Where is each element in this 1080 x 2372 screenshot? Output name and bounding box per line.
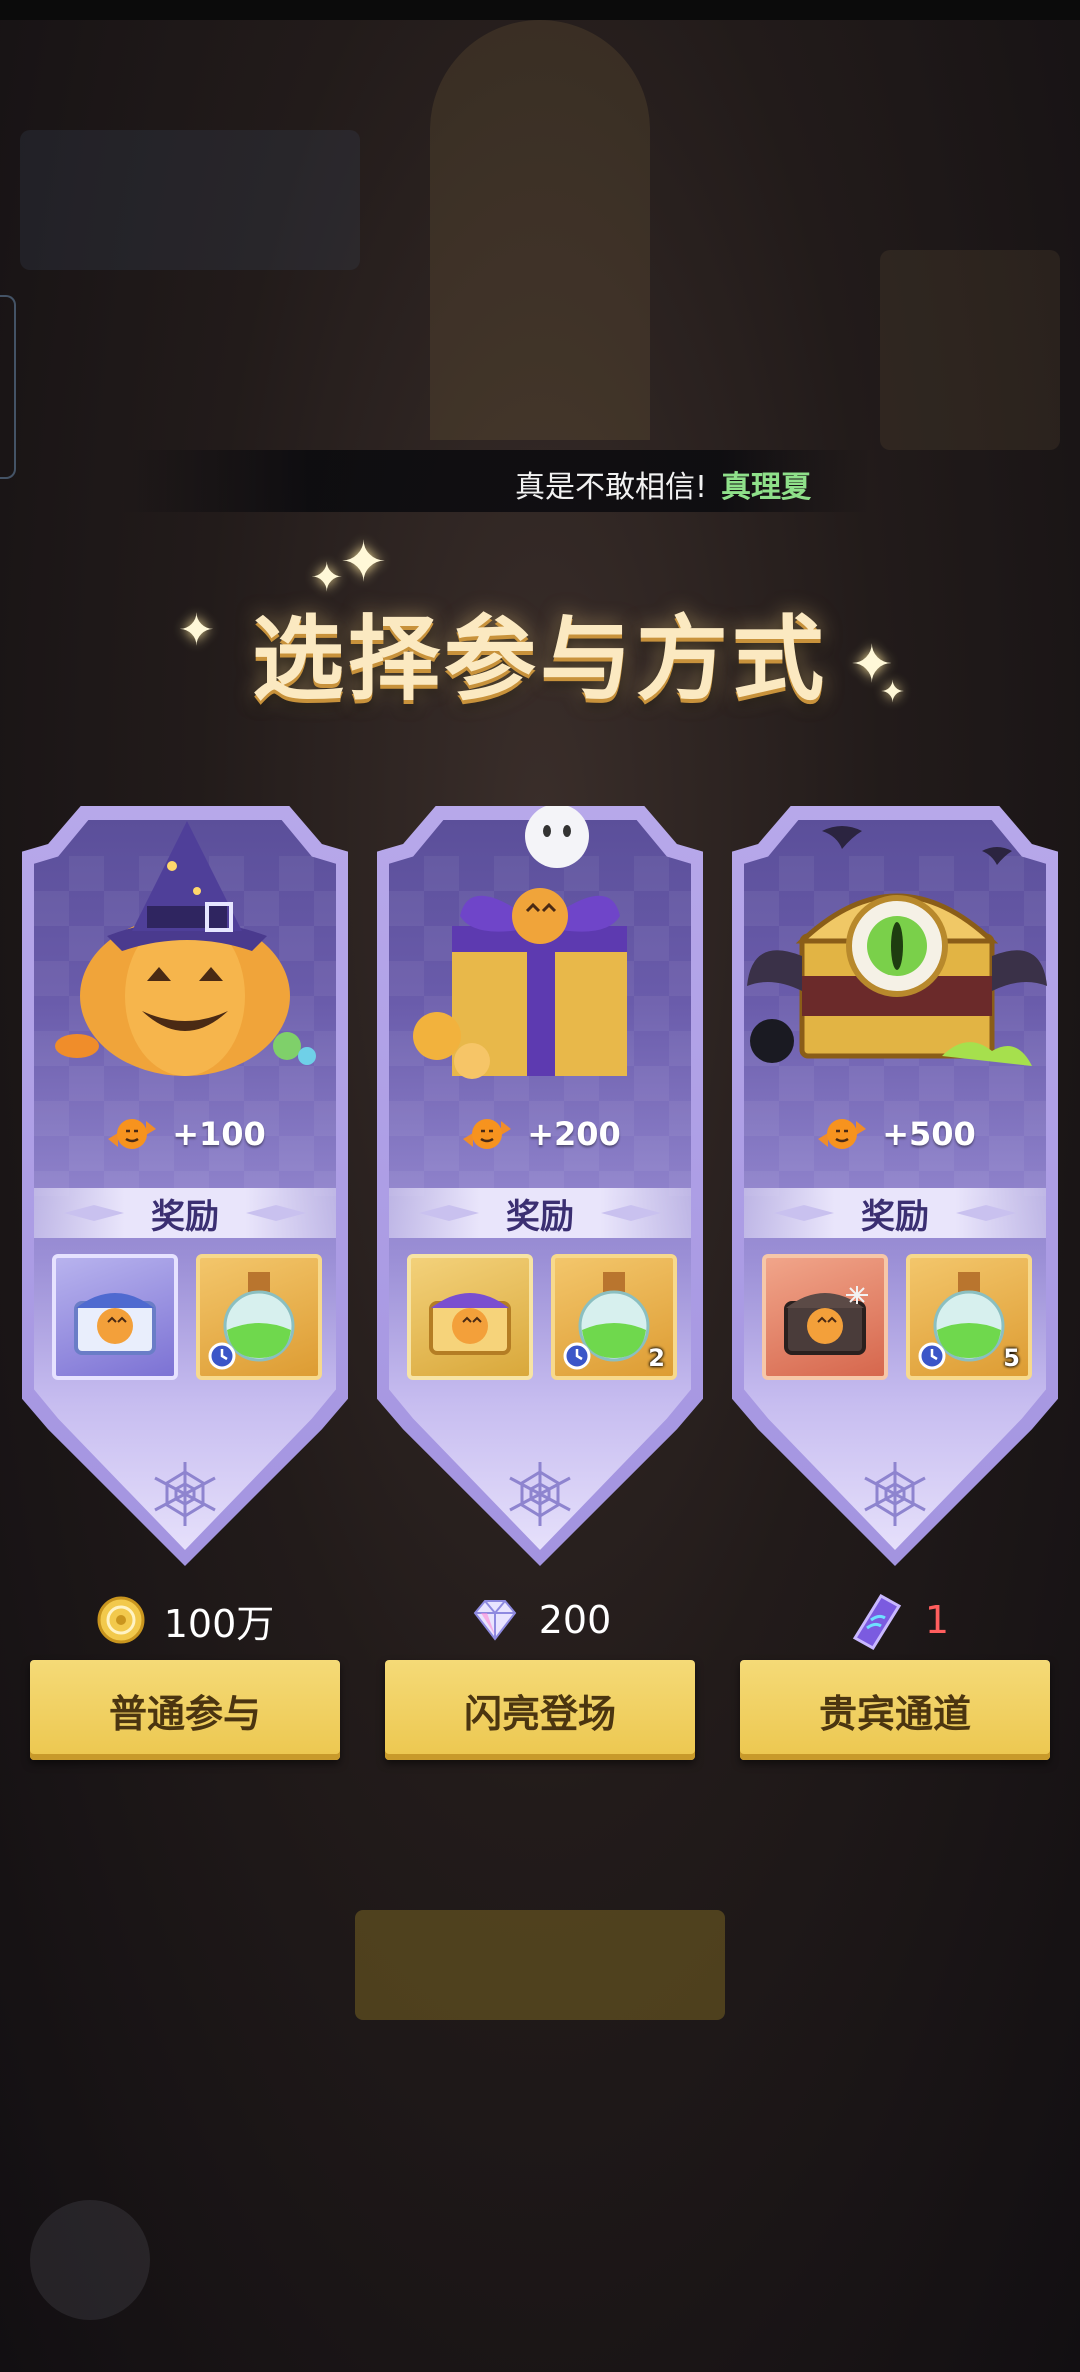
option-card-shiny[interactable]: +200 奖励 2 xyxy=(377,806,703,1566)
background-panel xyxy=(20,130,360,270)
candy-bonus-value: +100 xyxy=(172,1115,266,1153)
band-ornament-icon xyxy=(419,1205,479,1221)
cost-row-shiny: 200 xyxy=(377,1590,703,1650)
speaker-name: 真理夏 xyxy=(721,470,812,505)
silver-chest-icon xyxy=(74,1293,156,1355)
page-title: 选择参与方式 xyxy=(251,606,828,713)
cost-value: 200 xyxy=(538,1598,612,1642)
band-ornament-icon xyxy=(246,1205,306,1221)
candy-icon xyxy=(463,1119,512,1149)
background-arch xyxy=(430,20,650,440)
eye-chest-bat-icon xyxy=(747,826,1047,1066)
reward-potion-item[interactable]: 2 xyxy=(551,1254,677,1380)
spider-web-icon xyxy=(154,1462,216,1526)
reward-chest-item[interactable] xyxy=(407,1254,533,1380)
reward-band: 奖励 xyxy=(389,1188,691,1238)
item-count: 5 xyxy=(1003,1344,1020,1372)
cost-row-normal: 100万 xyxy=(22,1590,348,1650)
band-ornament-icon xyxy=(601,1205,661,1221)
dialog-text: 真是不敢相信! xyxy=(515,470,708,505)
spider-web-icon xyxy=(864,1462,926,1526)
cost-value: 1 xyxy=(924,1598,950,1642)
purple-chest-icon xyxy=(429,1293,511,1355)
gold-coin-icon xyxy=(97,1596,145,1644)
gift-box-ghost-icon xyxy=(413,806,627,1079)
background-panel xyxy=(880,250,1060,450)
dialog-line: 真是不敢相信! 真理夏 xyxy=(515,462,811,506)
vip-ticket-icon xyxy=(852,1593,902,1650)
spider-web-icon xyxy=(509,1462,571,1526)
reward-potion-item[interactable] xyxy=(196,1254,322,1380)
candy-bonus-row: +100 xyxy=(22,1106,348,1162)
option-card-vip[interactable]: +500 奖励 5 xyxy=(732,806,1058,1566)
reward-items: 5 xyxy=(762,1254,1032,1384)
green-potion-icon xyxy=(208,1272,295,1370)
candy-bonus-value: +500 xyxy=(882,1115,976,1153)
reward-items xyxy=(52,1254,322,1384)
reward-chest-item[interactable] xyxy=(52,1254,178,1380)
vip-channel-button[interactable]: 贵宾通道 xyxy=(740,1660,1050,1760)
band-ornament-icon xyxy=(956,1205,1016,1221)
shiny-entry-button[interactable]: 闪亮登场 xyxy=(385,1660,695,1760)
candy-bonus-row: +200 xyxy=(377,1106,703,1162)
pumpkin-witch-hat-icon xyxy=(55,821,316,1076)
band-ornament-icon xyxy=(64,1205,124,1221)
reward-items: 2 xyxy=(407,1254,677,1384)
reward-label: 奖励 xyxy=(506,1196,574,1237)
reward-band: 奖励 xyxy=(744,1188,1046,1238)
candy-bonus-value: +200 xyxy=(527,1115,621,1153)
band-ornament-icon xyxy=(774,1205,834,1221)
cost-row-vip: 1 xyxy=(732,1590,1058,1650)
dark-chest-icon xyxy=(784,1286,868,1355)
item-count: 2 xyxy=(648,1344,665,1372)
reward-potion-item[interactable]: 5 xyxy=(906,1254,1032,1380)
background-circle xyxy=(30,2200,150,2320)
normal-join-button[interactable]: 普通参与 xyxy=(30,1660,340,1760)
candy-icon xyxy=(108,1119,157,1149)
diamond-icon xyxy=(473,1600,517,1641)
reward-label: 奖励 xyxy=(151,1196,219,1237)
option-card-normal[interactable]: +100 奖励 xyxy=(22,806,348,1566)
reward-label: 奖励 xyxy=(861,1196,929,1237)
reward-band: 奖励 xyxy=(34,1188,336,1238)
cost-value: 100万 xyxy=(163,1601,275,1646)
side-tab[interactable] xyxy=(0,295,16,479)
reward-chest-item[interactable] xyxy=(762,1254,888,1380)
candy-bonus-row: +500 xyxy=(732,1106,1058,1162)
background-button xyxy=(355,1910,725,2020)
candy-icon xyxy=(818,1119,867,1149)
